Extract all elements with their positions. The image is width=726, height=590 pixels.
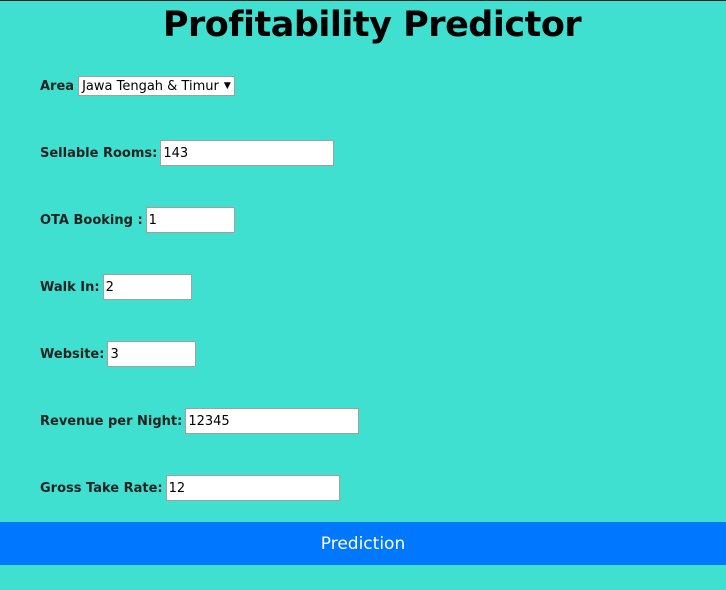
prediction-button[interactable]: Prediction [0,522,726,565]
ota-booking-row: OTA Booking : [40,207,235,233]
gross-take-rate-row: Gross Take Rate: [40,475,340,501]
website-label: Website: [40,346,105,362]
walk-in-label: Walk In: [40,279,100,295]
chevron-down-icon: ▼ [223,81,231,91]
gross-take-rate-input[interactable] [165,475,340,501]
area-select[interactable]: Jawa Tengah & Timur ▼ [78,76,235,96]
website-input[interactable] [107,341,197,367]
ota-booking-input[interactable] [145,207,235,233]
walk-in-row: Walk In: [40,274,192,300]
ota-booking-label: OTA Booking : [40,212,143,228]
walk-in-input[interactable] [102,274,192,300]
revenue-per-night-row: Revenue per Night: [40,408,360,434]
page-title: Profitability Predictor [162,5,582,45]
revenue-per-night-input[interactable] [185,408,360,434]
area-row: Area Jawa Tengah & Timur ▼ [40,73,235,99]
area-label: Area [40,78,75,94]
website-row: Website: [40,341,197,367]
sellable-rooms-input[interactable] [160,140,335,166]
sellable-rooms-label: Sellable Rooms: [40,145,158,161]
area-select-value: Jawa Tengah & Timur [82,78,219,94]
gross-take-rate-label: Gross Take Rate: [40,480,163,496]
sellable-rooms-row: Sellable Rooms: [40,140,335,166]
revenue-per-night-label: Revenue per Night: [40,413,183,429]
